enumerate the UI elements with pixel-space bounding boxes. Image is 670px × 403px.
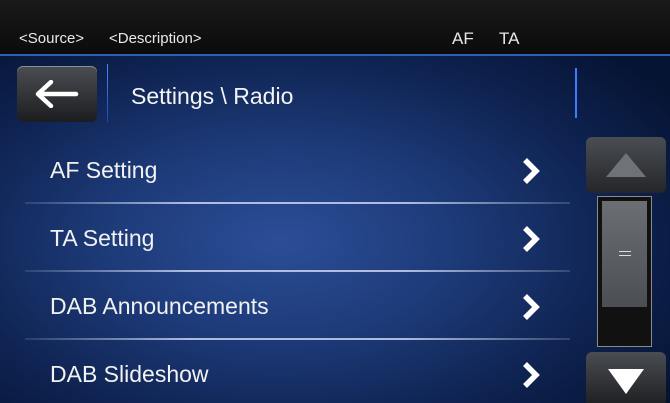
chevron-right-icon (523, 362, 540, 388)
header: Settings \ Radio (0, 56, 670, 130)
scrollbar-grip-line (619, 255, 631, 256)
list-item-label: AF Setting (50, 157, 158, 183)
left-arrow-icon (35, 80, 79, 108)
page-title: Settings \ Radio (131, 83, 294, 109)
scrollbar-thumb[interactable] (602, 201, 647, 307)
list-item-label: TA Setting (50, 225, 155, 251)
status-bar: <Source> <Description> AF TA (0, 0, 670, 56)
list-item-dab-slideshow[interactable]: DAB Slideshow (0, 341, 570, 403)
chevron-right-icon (523, 294, 540, 320)
chevron-right-icon (523, 158, 540, 184)
list-item-label: DAB Slideshow (50, 361, 209, 387)
scroll-down-button[interactable] (586, 352, 666, 403)
status-description: <Description> (109, 30, 202, 47)
header-divider (107, 64, 108, 122)
header-right-divider (575, 68, 577, 118)
scroll-up-button[interactable] (586, 137, 666, 193)
list-item-label: DAB Announcements (50, 293, 269, 319)
status-af-indicator: AF (452, 29, 474, 48)
scrollbar-grip-line (619, 251, 631, 252)
back-button[interactable] (17, 66, 97, 122)
triangle-up-icon (606, 153, 646, 177)
chevron-right-icon (523, 226, 540, 252)
list-item-dab-announcements[interactable]: DAB Announcements (0, 273, 570, 340)
scrollbar-track[interactable] (597, 196, 652, 347)
list-divider (25, 202, 570, 204)
status-source: <Source> (19, 30, 85, 47)
list-item-ta-setting[interactable]: TA Setting (0, 205, 570, 272)
radio-settings-screen: <Source> <Description> AF TA Settings \ … (0, 0, 670, 403)
list-divider (25, 338, 570, 340)
status-ta-indicator: TA (499, 29, 520, 48)
list-divider (25, 270, 570, 272)
list-item-af-setting[interactable]: AF Setting (0, 137, 570, 204)
triangle-down-icon (608, 369, 644, 394)
